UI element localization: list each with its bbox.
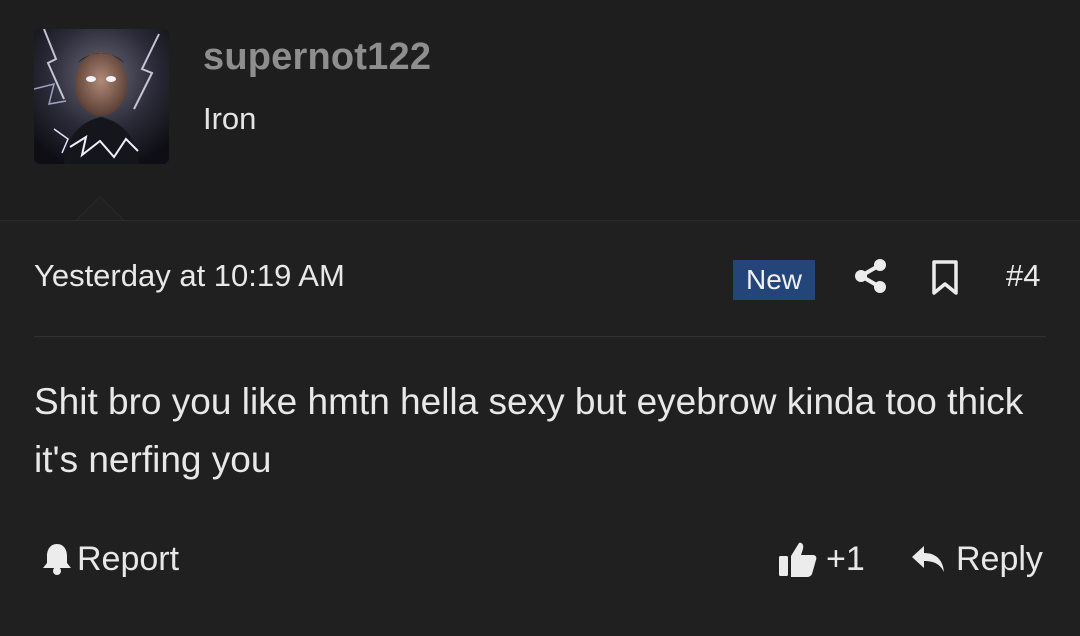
post-body-text: Shit bro you like hmtn hella sexy but ey…	[34, 381, 1024, 480]
thumbs-up-icon	[778, 540, 818, 578]
avatar-image	[34, 29, 169, 164]
new-badge: New	[733, 260, 815, 300]
username[interactable]: supernot122	[203, 36, 431, 79]
post-container: supernot122 Iron Yesterday at 10:19 AM N…	[0, 0, 1080, 636]
post-date[interactable]: Yesterday at 10:19 AM	[34, 258, 345, 294]
post-number-link[interactable]: #4	[1006, 258, 1040, 294]
avatar[interactable]	[34, 29, 169, 164]
divider	[34, 336, 1046, 337]
message-pointer-arrow	[76, 196, 124, 220]
share-icon[interactable]	[853, 258, 887, 294]
report-label: Report	[77, 539, 180, 578]
user-title: Iron	[203, 101, 257, 136]
like-button[interactable]: +1	[778, 538, 865, 580]
reply-label: Reply	[956, 539, 1043, 578]
like-count: +1	[826, 539, 865, 578]
user-header: supernot122 Iron	[0, 0, 1080, 221]
reply-arrow-icon	[910, 543, 946, 575]
reply-button[interactable]: Reply	[910, 538, 1043, 580]
message-body: Yesterday at 10:19 AM New #4 Shit bro yo…	[0, 221, 1080, 636]
report-button[interactable]: Report	[41, 538, 179, 580]
bell-icon	[41, 542, 73, 576]
bookmark-icon[interactable]	[931, 260, 959, 296]
